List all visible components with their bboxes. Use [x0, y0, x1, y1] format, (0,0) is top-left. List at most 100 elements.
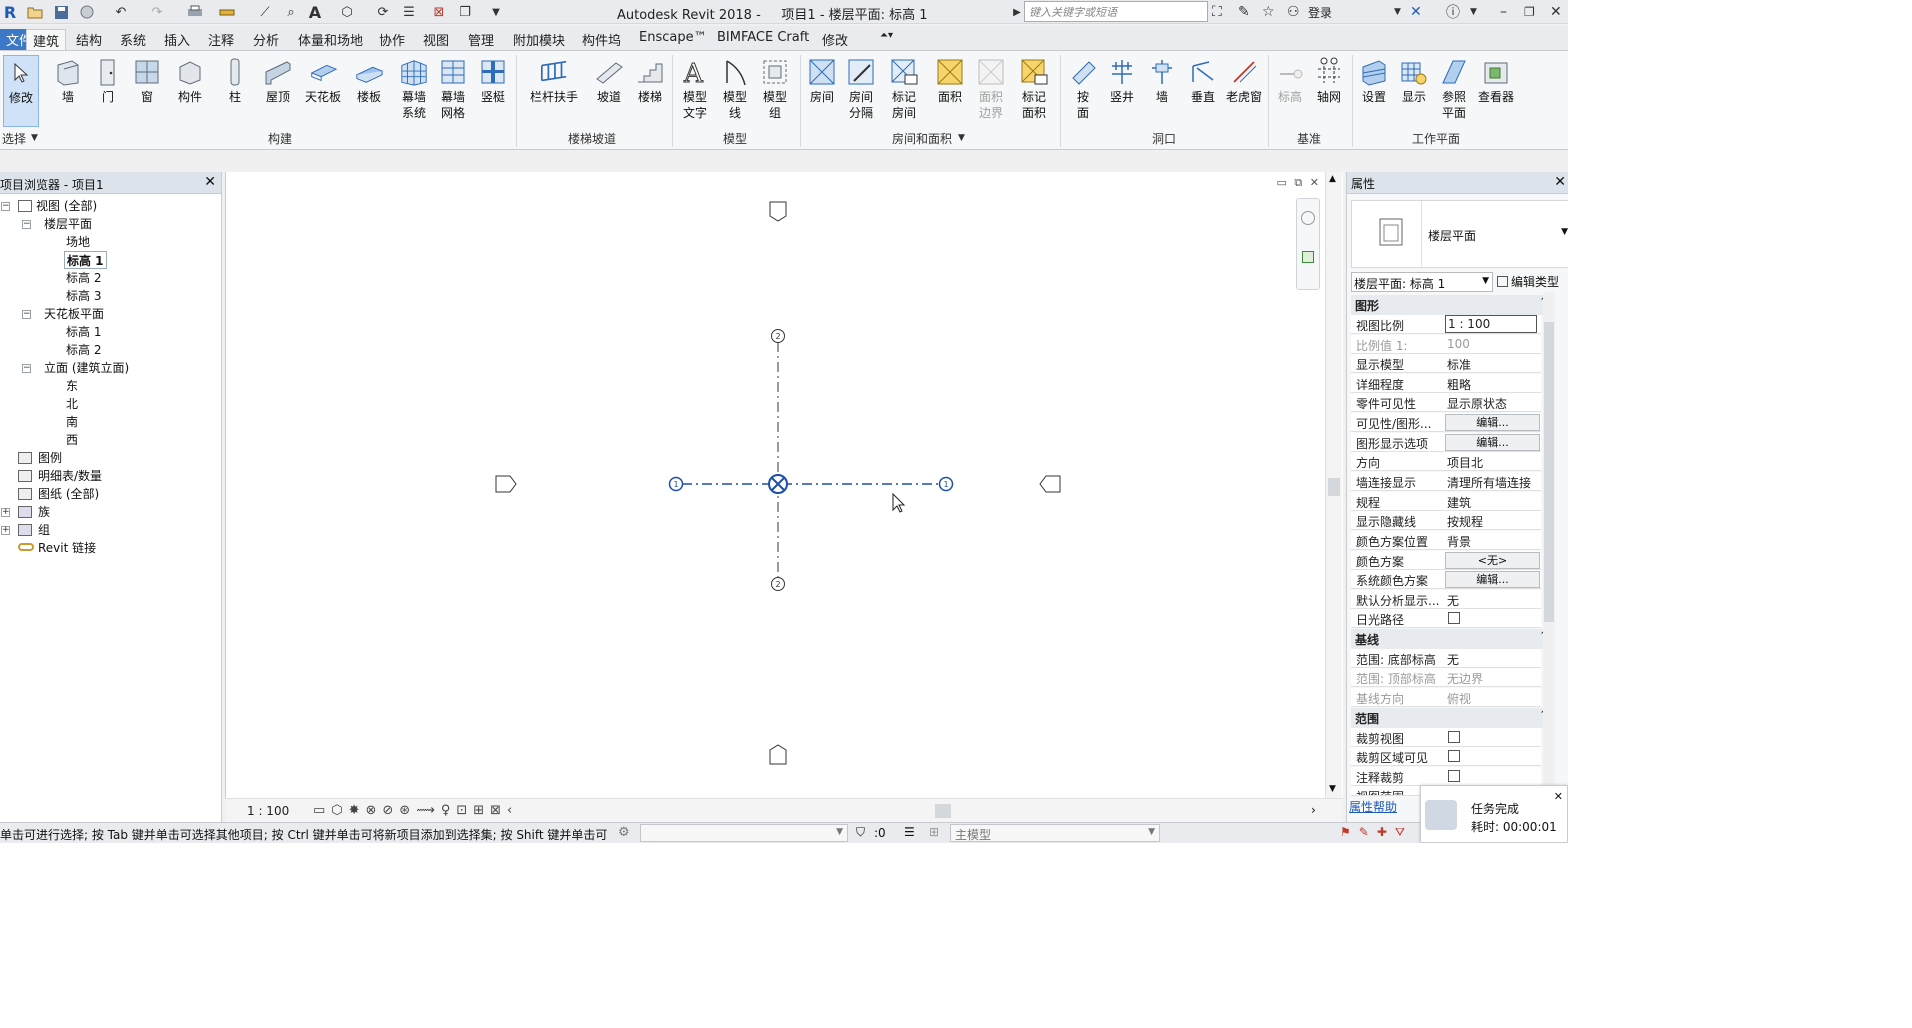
qat-dropdown-icon[interactable]: ▼	[490, 3, 502, 21]
tree-ceiling-level-2[interactable]: 标高 2	[66, 341, 101, 359]
edit-type-button[interactable]: 编辑类型	[1497, 273, 1559, 290]
model-group-button[interactable]: 模型 组	[756, 55, 794, 121]
browser-close-icon[interactable]: ✕	[204, 174, 216, 190]
tab-massing-site[interactable]: 体量和场地	[292, 29, 369, 50]
tab-component-dock[interactable]: 构件坞	[576, 29, 627, 50]
properties-scroll-thumb[interactable]	[1544, 322, 1554, 622]
prop-parts-visibility[interactable]: 零件可见性 显示原状态	[1351, 393, 1541, 412]
grid-button[interactable]: 轴网	[1311, 55, 1347, 105]
tab-analyze[interactable]: 分析	[247, 29, 285, 50]
prop-graphic-display[interactable]: 图形显示选项 编辑...	[1351, 433, 1541, 452]
model-text-button[interactable]: A 模型 文字	[676, 55, 714, 121]
close-hidden-icon[interactable]: ⊠	[430, 3, 448, 21]
prop-value[interactable]: 1 : 100	[1445, 315, 1537, 333]
design-options-icon[interactable]: ☰	[904, 825, 915, 839]
edit-button[interactable]: 编辑...	[1445, 414, 1540, 431]
modify-button[interactable]: 修改	[3, 55, 39, 127]
tree-ceiling-level-1[interactable]: 标高 1	[66, 323, 101, 341]
prop-value[interactable]: 显示原状态	[1447, 395, 1539, 412]
shaft-button[interactable]: 竖井	[1105, 55, 1139, 105]
type-dropdown-icon[interactable]: ▼	[1561, 227, 1568, 237]
tab-insert[interactable]: 插入	[158, 29, 196, 50]
tree-elev-north[interactable]: 北	[66, 395, 78, 413]
component-button[interactable]: 构件	[172, 55, 208, 105]
3d-view-icon[interactable]: ⬡	[338, 3, 356, 21]
login-link[interactable]: 登录	[1308, 4, 1332, 21]
mullion-button[interactable]: 竖梃	[474, 55, 512, 105]
search-input[interactable]: 键入关键字或短语	[1024, 1, 1208, 22]
prop-wall-join[interactable]: 墙连接显示 清理所有墙连接	[1351, 472, 1541, 491]
instance-dropdown-icon[interactable]: ▼	[1482, 276, 1489, 286]
scroll-down-icon[interactable]: ▼	[1329, 784, 1336, 794]
section-underlay[interactable]: 基线⌃	[1351, 629, 1553, 649]
h-scroll-thumb[interactable]	[935, 804, 951, 818]
viewer-button[interactable]: 查看器	[1476, 55, 1516, 105]
editable-only-icon[interactable]: ⛉	[856, 825, 865, 840]
curtain-grid-button[interactable]: 幕墙 网格	[434, 55, 472, 121]
prop-detail-level[interactable]: 详细程度 粗略	[1351, 374, 1541, 393]
floor-button[interactable]: 楼板	[350, 55, 388, 105]
text-icon[interactable]: A	[306, 3, 324, 22]
open-icon[interactable]	[26, 3, 44, 21]
scroll-right-icon[interactable]: ›	[1311, 803, 1316, 817]
grid-bubble-1-right[interactable]: 1	[938, 476, 954, 492]
window-button[interactable]: 窗	[129, 55, 165, 105]
collapse-icon[interactable]: −	[22, 364, 31, 373]
dormer-button[interactable]: 老虎窗	[1224, 55, 1264, 105]
user-icon[interactable]: ⚇	[1287, 3, 1300, 21]
elevation-marker-south[interactable]	[769, 744, 787, 765]
ramp-button[interactable]: 坡道	[590, 55, 628, 105]
railing-button[interactable]: 栏杆扶手	[526, 55, 582, 105]
tree-elev-west[interactable]: 西	[66, 431, 78, 449]
subscription-icon[interactable]: ✎	[1238, 3, 1250, 21]
area-button[interactable]: 面积	[932, 55, 968, 105]
tab-collaborate[interactable]: 协作	[373, 29, 411, 50]
edit-button[interactable]: 编辑...	[1445, 434, 1540, 451]
undo-icon[interactable]: ↶	[112, 3, 130, 21]
expand-icon[interactable]: +	[1, 526, 10, 535]
tree-views-all[interactable]: 视图 (全部)	[18, 197, 97, 215]
prop-system-color-scheme[interactable]: 系统颜色方案 编辑...	[1351, 570, 1541, 589]
tree-groups[interactable]: 组	[18, 521, 50, 539]
workset-dropdown[interactable]: ▼	[640, 824, 848, 842]
vertical-scrollbar[interactable]: ▲ ▼	[1325, 172, 1342, 798]
help-icon[interactable]: ⓘ	[1446, 3, 1460, 21]
tab-structure[interactable]: 结构	[70, 29, 108, 50]
tag-room-button[interactable]: 标记 房间	[886, 55, 922, 121]
prop-discipline[interactable]: 规程 建筑	[1351, 492, 1541, 511]
tab-enscape[interactable]: Enscape™	[633, 29, 713, 50]
wall-button[interactable]: 墙	[50, 55, 86, 105]
tab-systems[interactable]: 系统	[114, 29, 152, 50]
grid-intersection-marker[interactable]	[768, 474, 788, 494]
level-button[interactable]: 标高	[1272, 55, 1308, 105]
tree-floor-site[interactable]: 场地	[66, 233, 90, 251]
tab-addins[interactable]: 附加模块	[507, 29, 571, 50]
tree-ceiling-plans[interactable]: 天花板平面	[44, 305, 104, 323]
properties-close-icon[interactable]: ✕	[1554, 174, 1566, 190]
prop-value[interactable]: 背景	[1447, 533, 1539, 550]
prop-annotation-crop[interactable]: 注释裁剪	[1351, 767, 1541, 786]
prop-range-base[interactable]: 范围: 底部标高无	[1351, 649, 1541, 668]
prop-value[interactable]: 粗略	[1447, 376, 1539, 393]
tag-icon[interactable]: ⌕	[282, 3, 300, 21]
ceiling-button[interactable]: 天花板	[302, 55, 344, 105]
tab-view[interactable]: 视图	[417, 29, 455, 50]
tree-families[interactable]: 族	[18, 503, 50, 521]
prop-hidden-lines[interactable]: 显示隐藏线 按规程	[1351, 511, 1541, 530]
panel-select-label[interactable]: 选择	[2, 130, 26, 147]
prop-value[interactable]: 项目北	[1447, 454, 1539, 471]
prop-visibility-graphics[interactable]: 可见性/图形... 编辑...	[1351, 413, 1541, 432]
prop-value[interactable]: 无	[1447, 592, 1539, 609]
help-dropdown-icon[interactable]: ▼	[1470, 3, 1477, 21]
tree-floor-level-3[interactable]: 标高 3	[66, 287, 101, 305]
tag-area-button[interactable]: 标记 面积	[1016, 55, 1052, 121]
column-button[interactable]: 柱	[218, 55, 252, 105]
properties-scrollbar[interactable]	[1543, 292, 1555, 797]
select-dropdown-icon[interactable]: ▼	[31, 133, 38, 143]
dimension-icon[interactable]: ⟋	[256, 3, 274, 21]
area-boundary-button[interactable]: 面积 边界	[973, 55, 1009, 121]
prop-analysis-display[interactable]: 默认分析显示... 无	[1351, 590, 1541, 609]
prop-sun-path[interactable]: 日光路径	[1351, 609, 1541, 628]
prop-view-scale[interactable]: 视图比例 1 : 100	[1351, 315, 1541, 334]
tab-architecture[interactable]: 建筑	[26, 29, 67, 50]
